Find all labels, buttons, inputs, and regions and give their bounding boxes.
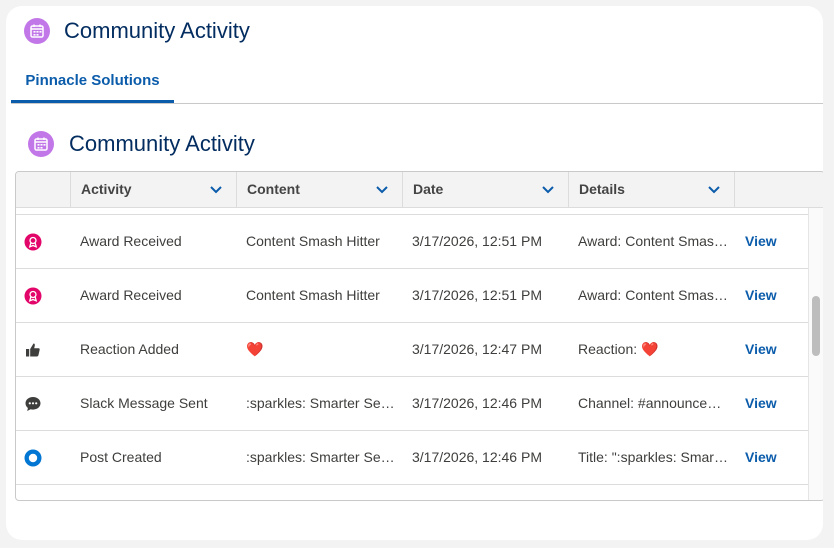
column-label: Activity (81, 181, 132, 197)
activity-card: Community Activity Pinnacle Solutions Co… (6, 6, 823, 540)
view-link[interactable]: View (745, 377, 795, 430)
tab-bar: Pinnacle Solutions (11, 66, 823, 104)
column-header-content[interactable]: Content (237, 172, 403, 207)
content-cell: :sparkles: Smarter Search (246, 449, 396, 465)
table-header: Activity Content Date Details (16, 172, 823, 208)
table-row: Post Created :sparkles: Smarter Search 3… (16, 430, 809, 484)
chat-bubble-icon (24, 377, 44, 430)
column-label: Date (413, 181, 444, 197)
details-cell: Award: Content Smash Hitter (578, 233, 730, 249)
column-header-activity[interactable]: Activity (71, 172, 237, 207)
column-header-date[interactable]: Date (403, 172, 569, 207)
details-cell: Reaction: ❤️ (578, 341, 659, 357)
column-header-icon (16, 172, 71, 207)
tab-pinnacle-solutions[interactable]: Pinnacle Solutions (11, 66, 174, 103)
thumbs-up-icon (24, 323, 44, 376)
content-cell: :sparkles: Smarter Search (246, 395, 396, 411)
post-circle-icon (24, 431, 44, 484)
activity-cell: Slack Message Sent (80, 395, 208, 411)
activity-cell: Award Received (80, 233, 182, 249)
award-icon (24, 269, 44, 322)
calendar-icon (24, 18, 50, 44)
chevron-down-icon[interactable] (376, 172, 388, 207)
date-cell: 3/17/2026, 12:47 PM (412, 341, 542, 357)
calendar-icon (28, 131, 54, 157)
activity-cell: Post Created (80, 449, 162, 465)
table-row-divider (16, 484, 809, 487)
table-body: Award Received Content Smash Hitter 3/17… (16, 214, 809, 484)
scrollbar-thumb[interactable] (812, 296, 820, 356)
date-cell: 3/17/2026, 12:46 PM (412, 395, 542, 411)
content-cell: Content Smash Hitter (246, 233, 380, 249)
table-row: Award Received Content Smash Hitter 3/17… (16, 268, 809, 322)
view-link[interactable]: View (745, 323, 795, 376)
chevron-down-icon[interactable] (542, 172, 554, 207)
details-cell: Channel: #announcements (578, 395, 730, 411)
page-title: Community Activity (64, 18, 250, 43)
content-cell: Content Smash Hitter (246, 287, 380, 303)
activity-cell: Reaction Added (80, 341, 179, 357)
content-cell: ❤️ (246, 341, 264, 357)
chevron-down-icon[interactable] (210, 172, 222, 207)
column-header-details[interactable]: Details (569, 172, 735, 207)
date-cell: 3/17/2026, 12:51 PM (412, 287, 542, 303)
column-label: Details (579, 181, 625, 197)
vertical-scrollbar[interactable] (808, 208, 823, 500)
details-cell: Title: ":sparkles: Smarter Search (578, 449, 730, 465)
date-cell: 3/17/2026, 12:51 PM (412, 233, 542, 249)
details-cell: Award: Content Smash Hitter (578, 287, 730, 303)
page-header: Community Activity (24, 18, 250, 44)
activity-cell: Award Received (80, 287, 182, 303)
view-link[interactable]: View (745, 215, 795, 268)
date-cell: 3/17/2026, 12:46 PM (412, 449, 542, 465)
award-icon (24, 215, 44, 268)
section-header: Community Activity (28, 131, 255, 157)
section-title: Community Activity (69, 131, 255, 156)
table-row: Reaction Added ❤️ 3/17/2026, 12:47 PM Re… (16, 322, 809, 376)
view-link[interactable]: View (745, 431, 795, 484)
column-label: Content (247, 181, 300, 197)
activity-table: Activity Content Date Details Award Rece… (15, 171, 823, 501)
chevron-down-icon[interactable] (708, 172, 720, 207)
table-row: Slack Message Sent :sparkles: Smarter Se… (16, 376, 809, 430)
view-link[interactable]: View (745, 269, 795, 322)
column-header-action (735, 172, 823, 207)
table-row: Award Received Content Smash Hitter 3/17… (16, 214, 809, 268)
